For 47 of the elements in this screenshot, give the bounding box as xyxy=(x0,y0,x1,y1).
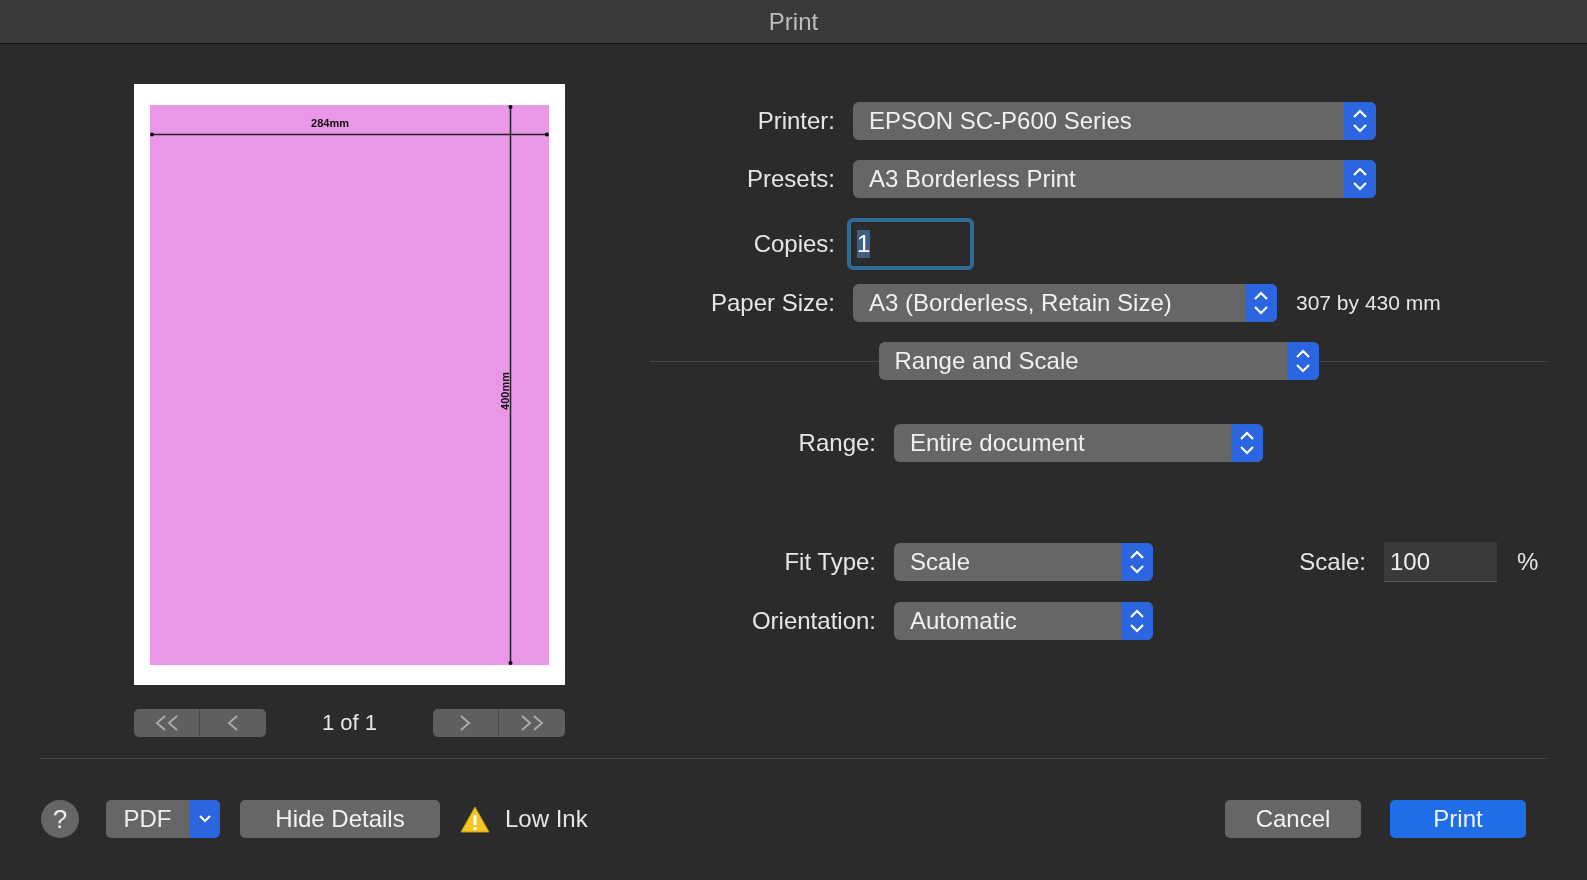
print-button[interactable]: Print xyxy=(1390,800,1526,838)
paper-size-label: Paper Size: xyxy=(709,289,835,317)
presets-label: Presets: xyxy=(745,165,835,193)
percent-unit: % xyxy=(1517,548,1539,576)
printer-label: Printer: xyxy=(756,107,835,135)
range-popup[interactable]: Entire document xyxy=(894,424,1263,462)
copies-field[interactable]: 1 xyxy=(847,218,974,270)
double-chevron-left-icon xyxy=(153,714,180,732)
pdf-button[interactable]: PDF xyxy=(106,800,189,838)
presets-popup[interactable]: A3 Borderless Print xyxy=(853,160,1376,198)
double-chevron-right-icon xyxy=(519,714,545,732)
previous-page-button[interactable] xyxy=(200,709,266,737)
paper-size-popup[interactable]: A3 (Borderless, Retain Size) xyxy=(853,284,1277,322)
help-button[interactable]: ? xyxy=(41,800,79,838)
width-label: 284mm xyxy=(310,117,350,129)
chevron-down-icon xyxy=(197,814,212,824)
stepper-icon xyxy=(1121,602,1153,640)
first-page-button[interactable] xyxy=(134,709,200,737)
chevron-right-icon xyxy=(458,714,473,732)
stepper-icon xyxy=(1286,342,1319,380)
pdf-menu-button[interactable] xyxy=(189,800,220,838)
cancel-button[interactable]: Cancel xyxy=(1225,800,1361,838)
hide-details-button[interactable]: Hide Details xyxy=(240,800,440,838)
window-title: Print xyxy=(768,7,819,36)
stepper-icon xyxy=(1245,284,1277,322)
warning-icon xyxy=(460,805,490,833)
printer-popup[interactable]: EPSON SC-P600 Series xyxy=(853,102,1376,140)
height-label: 400mm xyxy=(498,372,511,410)
orientation-label: Orientation: xyxy=(750,607,876,635)
fit-type-label: Fit Type: xyxy=(783,548,876,576)
last-page-button[interactable] xyxy=(499,709,565,737)
stepper-icon xyxy=(1344,102,1376,140)
scale-field[interactable]: 100 xyxy=(1384,542,1497,582)
next-page-button[interactable] xyxy=(433,709,499,737)
stepper-icon xyxy=(1231,424,1263,462)
section-popup[interactable]: Range and Scale xyxy=(878,342,1319,380)
orientation-popup[interactable]: Automatic xyxy=(894,602,1153,640)
copies-label: Copies: xyxy=(752,230,835,258)
page-indicator: 1 of 1 xyxy=(321,710,377,736)
warning-text: Low Ink xyxy=(505,805,588,833)
stepper-icon xyxy=(1344,160,1376,198)
scale-label: Scale: xyxy=(1298,548,1366,576)
fit-type-popup[interactable]: Scale xyxy=(894,543,1153,581)
paper-size-note: 307 by 430 mm xyxy=(1296,291,1441,315)
chevron-left-icon xyxy=(226,714,240,732)
stepper-icon xyxy=(1121,543,1153,581)
range-label: Range: xyxy=(797,429,876,457)
